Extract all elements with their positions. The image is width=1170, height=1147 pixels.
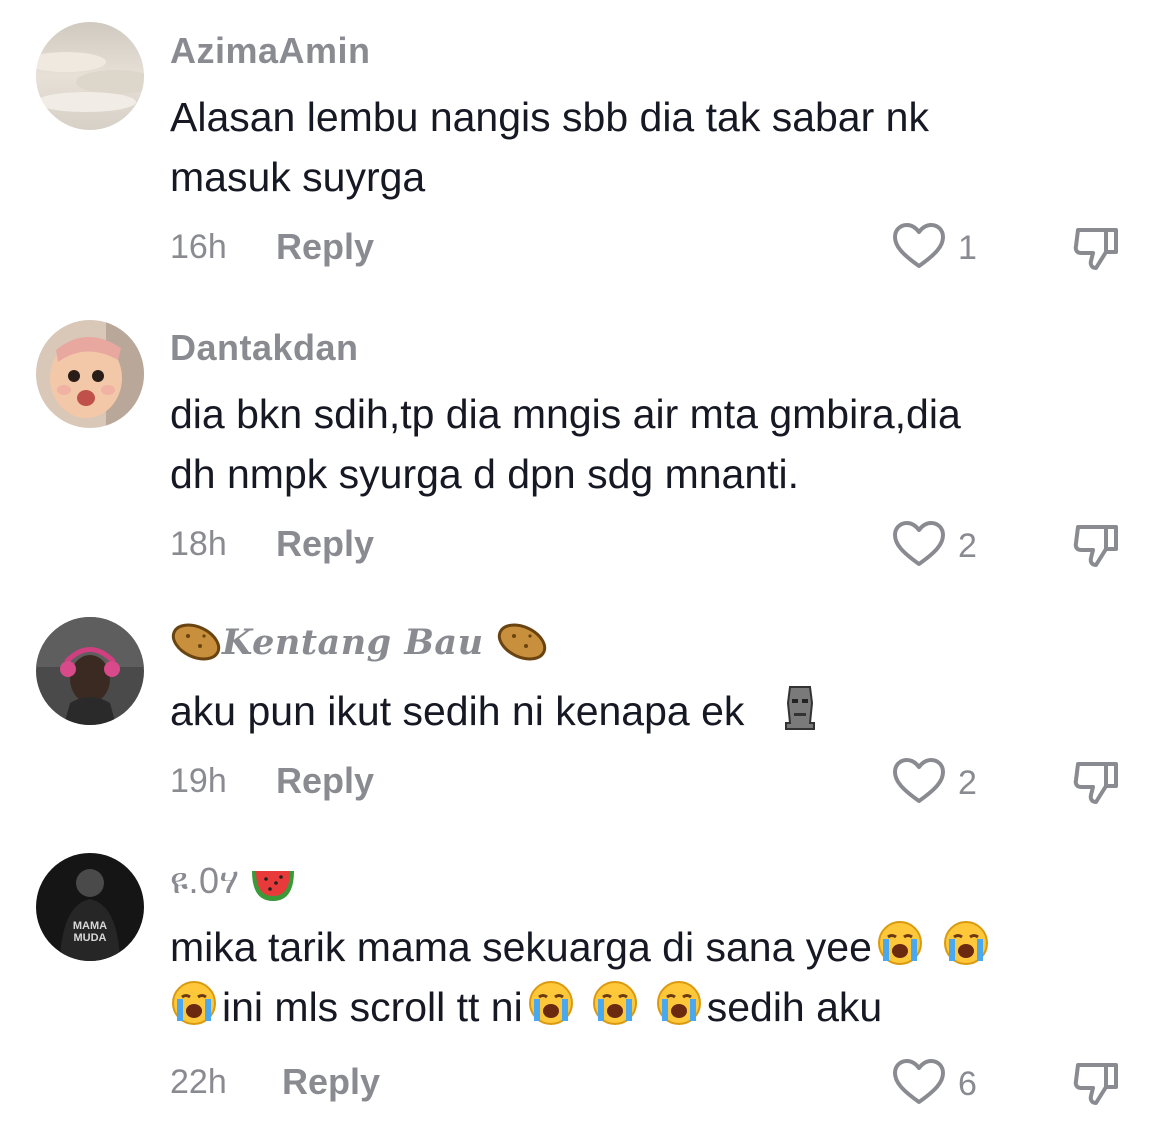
reply-button[interactable]: Reply xyxy=(276,226,374,268)
avatar-badge-line2: MUDA xyxy=(74,932,107,944)
comment-text-line: masuk suyrga xyxy=(170,154,426,200)
comment-meta: 19h Reply xyxy=(170,759,374,803)
crying-face-emoji-icon xyxy=(942,919,990,967)
comment-text-line: aku pun ikut sedih ni kenapa ek xyxy=(170,688,745,734)
comment-time: 22h xyxy=(170,1062,227,1101)
comment-time: 19h xyxy=(170,761,227,800)
comment-text-line: Alasan lembu nangis sbb dia tak sabar nk xyxy=(170,94,929,140)
like-button[interactable]: 2 xyxy=(892,757,977,810)
like-count: 2 xyxy=(958,764,977,802)
crying-face-emoji-icon xyxy=(655,979,703,1027)
heart-outline-icon xyxy=(892,757,946,810)
comment-text: aku pun ikut sedih ni kenapa ek xyxy=(170,681,1130,741)
thumbs-down-icon xyxy=(1070,762,1124,812)
avatar[interactable] xyxy=(36,320,144,428)
comment-username[interactable]: ዩ.0ሃ xyxy=(170,860,296,912)
moai-emoji-icon xyxy=(776,683,824,731)
reply-button[interactable]: Reply xyxy=(282,1061,380,1103)
comment-meta: 18h Reply xyxy=(170,522,374,566)
heart-outline-icon xyxy=(892,520,946,573)
comment-meta: 22h Reply xyxy=(170,1060,380,1104)
like-count: 2 xyxy=(958,527,977,565)
avatar-badge-line1: MAMA xyxy=(73,920,107,932)
crying-face-emoji-icon xyxy=(876,919,924,967)
avatar[interactable]: MAMA MUDA xyxy=(36,853,144,961)
comment-text-line: mika tarik mama sekuarga di sana yee xyxy=(170,917,1130,977)
username-text: ዩ.0ሃ xyxy=(170,860,240,901)
comment-text-line: ini mls scroll tt ni sedih aku xyxy=(170,977,1130,1037)
comment-text: Alasan lembu nangis sbb dia tak sabar nk… xyxy=(170,87,1130,207)
comment-text-line: dh nmpk syurga d dpn sdg mnanti. xyxy=(170,451,800,497)
reply-button[interactable]: Reply xyxy=(276,523,374,565)
crying-face-emoji-icon xyxy=(527,979,575,1027)
thumbs-down-icon xyxy=(1070,525,1124,575)
comment-username[interactable]: AzimaAmin xyxy=(170,30,371,72)
avatar[interactable] xyxy=(36,22,144,130)
comment-text-line: dia bkn sdih,tp dia mngis air mta gmbira… xyxy=(170,391,961,437)
like-count: 1 xyxy=(958,229,977,267)
dislike-button[interactable] xyxy=(1070,754,1124,813)
like-button[interactable]: 6 xyxy=(892,1058,977,1111)
potato-emoji-icon xyxy=(496,620,548,673)
dislike-button[interactable] xyxy=(1070,220,1124,279)
thumbs-down-icon xyxy=(1070,228,1124,278)
avatar[interactable] xyxy=(36,617,144,725)
watermelon-emoji-icon xyxy=(250,863,296,912)
potato-emoji-icon xyxy=(170,620,222,673)
like-button[interactable]: 2 xyxy=(892,520,977,573)
comment-text: mika tarik mama sekuarga di sana yee ini… xyxy=(170,917,1130,1037)
crying-face-emoji-icon xyxy=(591,979,639,1027)
heart-outline-icon xyxy=(892,1058,946,1111)
comment-time: 16h xyxy=(170,227,227,266)
text-segment: sedih aku xyxy=(706,984,883,1030)
comment-username[interactable]: Kentang Bau xyxy=(170,620,548,673)
text-segment: ini mls scroll tt ni xyxy=(222,984,523,1030)
text-segment: mika tarik mama sekuarga di sana yee xyxy=(170,924,872,970)
comment-text: dia bkn sdih,tp dia mngis air mta gmbira… xyxy=(170,384,1130,504)
reply-button[interactable]: Reply xyxy=(276,760,374,802)
comment-time: 18h xyxy=(170,524,227,563)
like-count: 6 xyxy=(958,1065,977,1103)
comment-username[interactable]: Dantakdan xyxy=(170,327,359,369)
dislike-button[interactable] xyxy=(1070,1055,1124,1114)
crying-face-emoji-icon xyxy=(170,979,218,1027)
username-text: Kentang Bau xyxy=(222,622,484,663)
dislike-button[interactable] xyxy=(1070,517,1124,576)
heart-outline-icon xyxy=(892,222,946,275)
like-button[interactable]: 1 xyxy=(892,222,977,275)
comment-meta: 16h Reply xyxy=(170,225,374,269)
thumbs-down-icon xyxy=(1070,1063,1124,1113)
